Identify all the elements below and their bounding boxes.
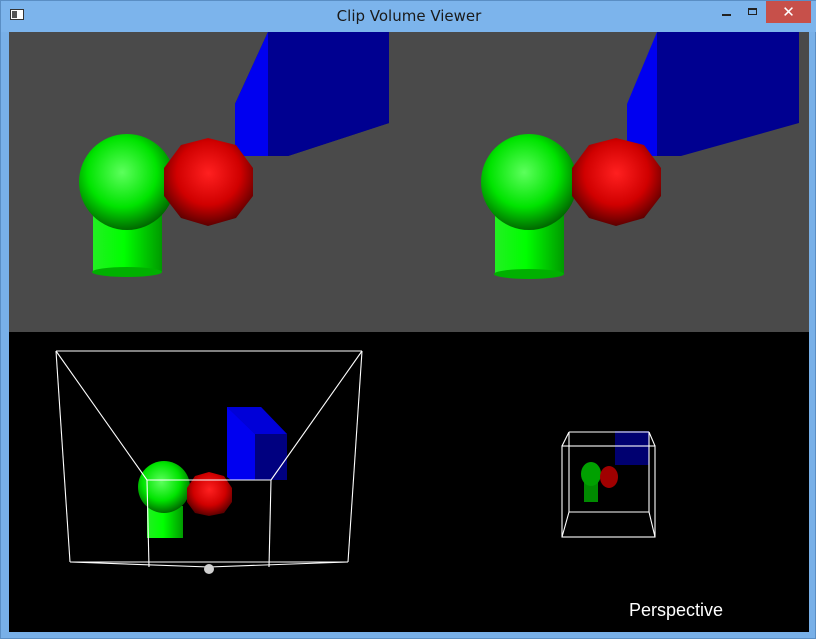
red-polyhedron-right [572,138,661,226]
app-window: Clip Volume Viewer ✕ Perspective [0,0,816,639]
projection-mode-label: Perspective [629,600,724,620]
title-bar[interactable]: Clip Volume Viewer ✕ [1,1,816,32]
green-sphere [79,134,175,230]
render-viewport[interactable]: Perspective [9,32,809,632]
maximize-button[interactable] [740,1,766,23]
box-red-polyhedron [600,466,618,488]
close-icon: ✕ [782,3,795,21]
camera-marker[interactable] [204,564,214,574]
frustum-red-polyhedron [187,472,232,516]
minimize-icon [722,14,731,16]
bottom-view-background [9,332,809,632]
green-sphere-right [481,134,577,230]
window-title: Clip Volume Viewer [336,7,482,25]
red-polyhedron [164,138,253,226]
minimize-button[interactable] [713,1,740,23]
scene-canvas[interactable] [9,32,809,632]
close-button[interactable]: ✕ [766,1,811,23]
box-green-sphere [581,462,601,486]
frustum-green-sphere [138,461,190,513]
maximize-icon [748,8,757,15]
